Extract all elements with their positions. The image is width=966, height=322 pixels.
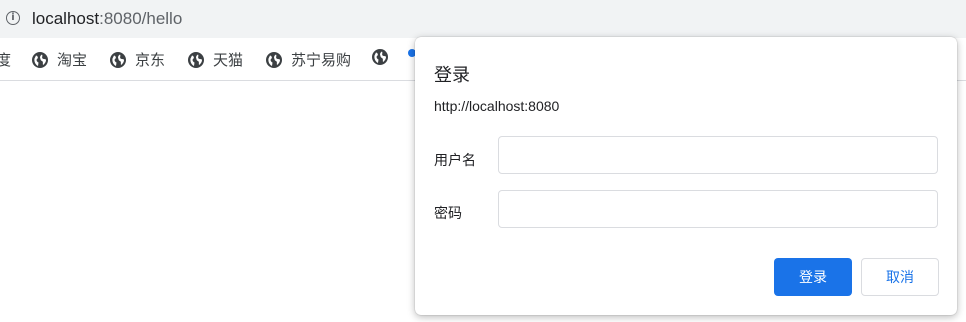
login-button[interactable]: 登录 xyxy=(774,258,852,296)
bookmark-jd[interactable]: 京东 xyxy=(110,49,165,70)
bookmark-unlabeled[interactable] xyxy=(372,49,397,65)
bookmark-taobao[interactable]: 淘宝 xyxy=(32,49,87,70)
username-input[interactable] xyxy=(498,136,938,174)
login-dialog: 登录 http://localhost:8080 用户名 密码 登录 取消 xyxy=(415,37,957,315)
bookmark-baidu[interactable]: 度 xyxy=(0,49,11,70)
password-input[interactable] xyxy=(498,190,938,228)
bookmark-label: 京东 xyxy=(135,52,166,69)
info-icon[interactable]: i xyxy=(6,11,20,25)
address-bar[interactable]: i localhost:8080/hello xyxy=(0,0,966,38)
bookmark-label: 淘宝 xyxy=(57,52,88,69)
dialog-title: 登录 xyxy=(434,65,470,85)
bookmark-label: 苏宁易购 xyxy=(291,52,352,69)
globe-icon xyxy=(188,51,204,68)
globe-icon xyxy=(32,51,48,68)
bookmark-tmall[interactable]: 天猫 xyxy=(188,49,243,70)
username-label: 用户名 xyxy=(434,152,476,168)
globe-icon xyxy=(266,51,282,68)
cancel-button[interactable]: 取消 xyxy=(861,258,939,296)
globe-icon xyxy=(372,49,388,65)
url-path: :8080/hello xyxy=(99,9,183,28)
bookmark-suning[interactable]: 苏宁易购 xyxy=(266,49,351,70)
bookmark-label: 天猫 xyxy=(213,52,244,69)
dialog-origin: http://localhost:8080 xyxy=(434,98,560,114)
url-text[interactable]: localhost:8080/hello xyxy=(32,9,182,29)
password-label: 密码 xyxy=(434,205,462,221)
globe-icon xyxy=(110,51,126,68)
bookmark-label: 度 xyxy=(0,52,12,69)
url-host: localhost xyxy=(32,9,100,28)
